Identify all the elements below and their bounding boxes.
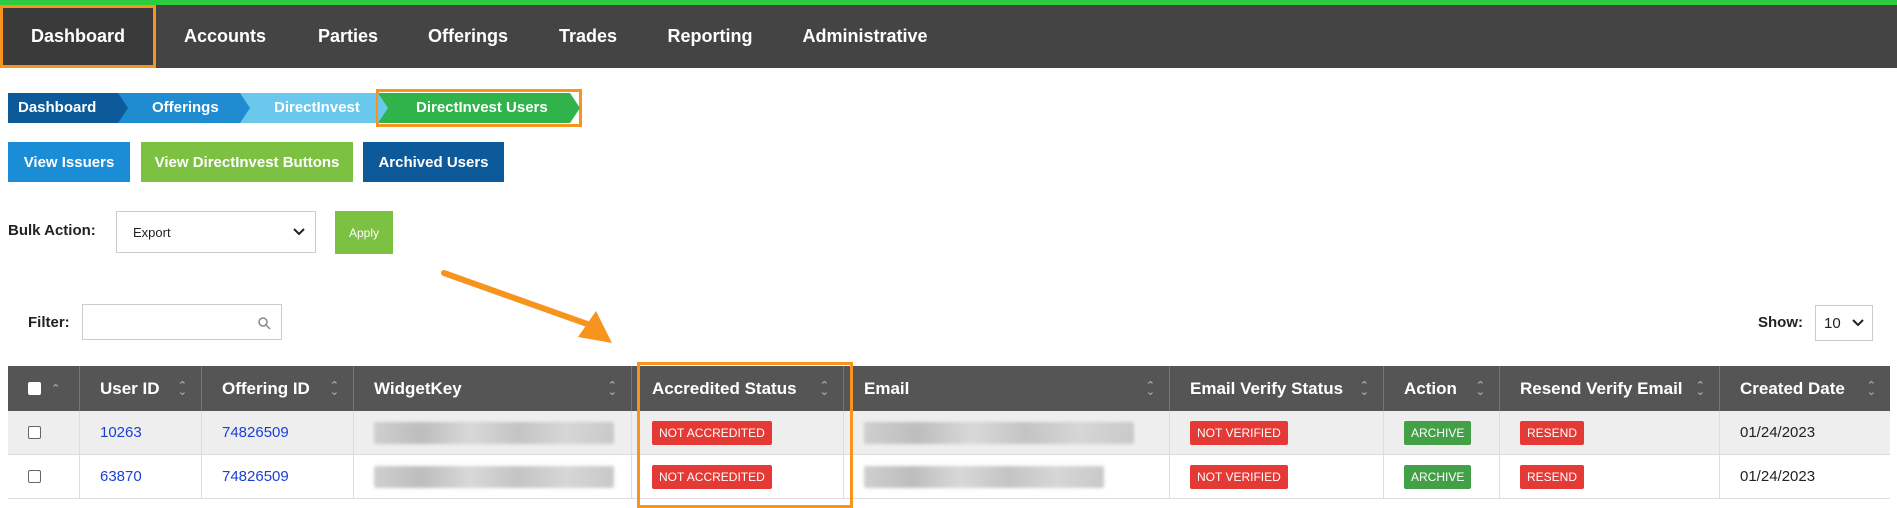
sort-icon: ⌃ ⌄ [1475,379,1485,398]
sort-icon: ⌃ ⌄ [1866,379,1876,398]
email-cell [844,455,1170,498]
email-cell [844,411,1170,454]
nav-item-parties[interactable]: Parties [294,5,402,68]
view-directinvest-buttons-button[interactable]: View DirectInvest Buttons [141,142,353,182]
widget-key-cell [354,455,632,498]
breadcrumb-directinvest[interactable]: DirectInvest [240,93,388,123]
breadcrumb-highlight-box [376,89,582,127]
header-user-id[interactable]: User ID ⌃ ⌄ [80,366,202,411]
resend-button[interactable]: RESEND [1520,420,1585,445]
archive-button[interactable]: ARCHIVE [1404,464,1472,489]
breadcrumb-dashboard[interactable]: Dashboard [8,93,128,123]
bulk-action-selected-value: Export [133,224,171,240]
header-action[interactable]: Action ⌃ ⌄ [1384,366,1500,411]
redacted-email [864,465,1104,488]
chevron-down-icon [293,228,305,236]
page-size-select[interactable]: 10 [1815,305,1873,341]
header-resend-verify-email[interactable]: Resend Verify Email ⌃ ⌄ [1500,366,1720,411]
nav-item-trades[interactable]: Trades [534,5,642,68]
archive-button[interactable]: ARCHIVE [1404,420,1472,445]
user-id-link[interactable]: 63870 [80,455,202,498]
row-checkbox[interactable] [28,470,41,483]
table-row: 63870 74826509 NOT ACCREDITED NOT VERIFI… [8,455,1890,499]
redacted-widget-key [374,465,614,488]
email-verify-badge[interactable]: NOT VERIFIED [1190,464,1288,489]
user-id-link[interactable]: 10263 [80,411,202,454]
sort-asc-icon: ⌃ [51,382,61,395]
row-select-cell [8,411,80,454]
nav-item-administrative[interactable]: Administrative [778,5,952,68]
sort-icon: ⌃ ⌄ [329,379,339,398]
resend-cell: RESEND [1500,411,1720,454]
created-date-cell: 01/24/2023 [1740,468,1816,485]
redacted-widget-key [374,421,614,444]
offering-id-link[interactable]: 74826509 [202,455,354,498]
header-label: Email Verify Status [1190,378,1344,398]
widget-key-cell [354,411,632,454]
email-verify-cell: NOT VERIFIED [1170,455,1384,498]
search-icon [258,317,271,330]
nav-item-accounts[interactable]: Accounts [156,5,294,68]
annotation-arrow-icon [441,270,612,343]
sort-icon: ⌃ ⌄ [1145,379,1155,398]
header-created-date[interactable]: Created Date ⌃ ⌄ [1720,366,1890,411]
accredited-status-highlight-box [637,362,853,508]
sort-icon: ⌃ ⌄ [607,379,617,398]
nav-item-offerings[interactable]: Offerings [402,5,534,68]
action-cell: ARCHIVE [1384,411,1500,454]
action-cell: ARCHIVE [1384,455,1500,498]
bulk-action-label: Bulk Action: [8,222,96,239]
header-label: Resend Verify Email [1520,378,1683,398]
filter-input[interactable] [82,304,282,340]
bulk-action-select[interactable]: Export [116,211,316,253]
header-label: Created Date [1740,378,1845,398]
chevron-down-icon [1852,319,1864,327]
row-select-cell [8,455,80,498]
filter-label: Filter: [28,314,70,331]
view-issuers-button[interactable]: View Issuers [8,142,130,182]
header-offering-id[interactable]: Offering ID ⌃ ⌄ [202,366,354,411]
top-navigation-bar: Dashboard Accounts Parties Offerings Tra… [0,0,1897,68]
header-label: Action [1404,378,1457,398]
breadcrumb-offerings[interactable]: Offerings [118,93,250,123]
resend-cell: RESEND [1500,455,1720,498]
header-select-all[interactable]: ⌃ [8,366,80,411]
sort-icon: ⌃ ⌄ [1695,379,1705,398]
select-all-checkbox[interactable] [28,382,41,395]
offering-id-link[interactable]: 74826509 [202,411,354,454]
email-verify-badge[interactable]: NOT VERIFIED [1190,420,1288,445]
show-label: Show: [1758,314,1803,331]
header-email-verify-status[interactable]: Email Verify Status ⌃ ⌄ [1170,366,1384,411]
nav-item-dashboard[interactable]: Dashboard [0,5,156,68]
created-date-cell: 01/24/2023 [1740,424,1816,441]
main-nav: Dashboard Accounts Parties Offerings Tra… [0,5,1897,68]
nav-item-reporting[interactable]: Reporting [642,5,778,68]
header-label: User ID [100,378,160,398]
table-row: 10263 74826509 NOT ACCREDITED NOT VERIFI… [8,411,1890,455]
resend-button[interactable]: RESEND [1520,464,1585,489]
header-label: Email [864,378,910,398]
sort-icon: ⌃ ⌄ [177,379,187,398]
apply-button[interactable]: Apply [335,211,393,254]
header-widget-key[interactable]: WidgetKey ⌃ ⌄ [354,366,632,411]
sort-icon: ⌃ ⌄ [1359,379,1369,398]
header-email[interactable]: Email ⌃ ⌄ [844,366,1170,411]
header-label: Offering ID [222,378,310,398]
email-verify-cell: NOT VERIFIED [1170,411,1384,454]
users-table: ⌃ User ID ⌃ ⌄ Offering ID ⌃ ⌄ WidgetKey ⌃ ⌄… [8,366,1890,499]
redacted-email [864,421,1134,444]
page-size-value: 10 [1824,314,1841,332]
header-label: WidgetKey [374,378,462,398]
archived-users-button[interactable]: Archived Users [363,142,504,182]
table-header: ⌃ User ID ⌃ ⌄ Offering ID ⌃ ⌄ WidgetKey ⌃ ⌄… [8,366,1890,411]
row-checkbox[interactable] [28,426,41,439]
